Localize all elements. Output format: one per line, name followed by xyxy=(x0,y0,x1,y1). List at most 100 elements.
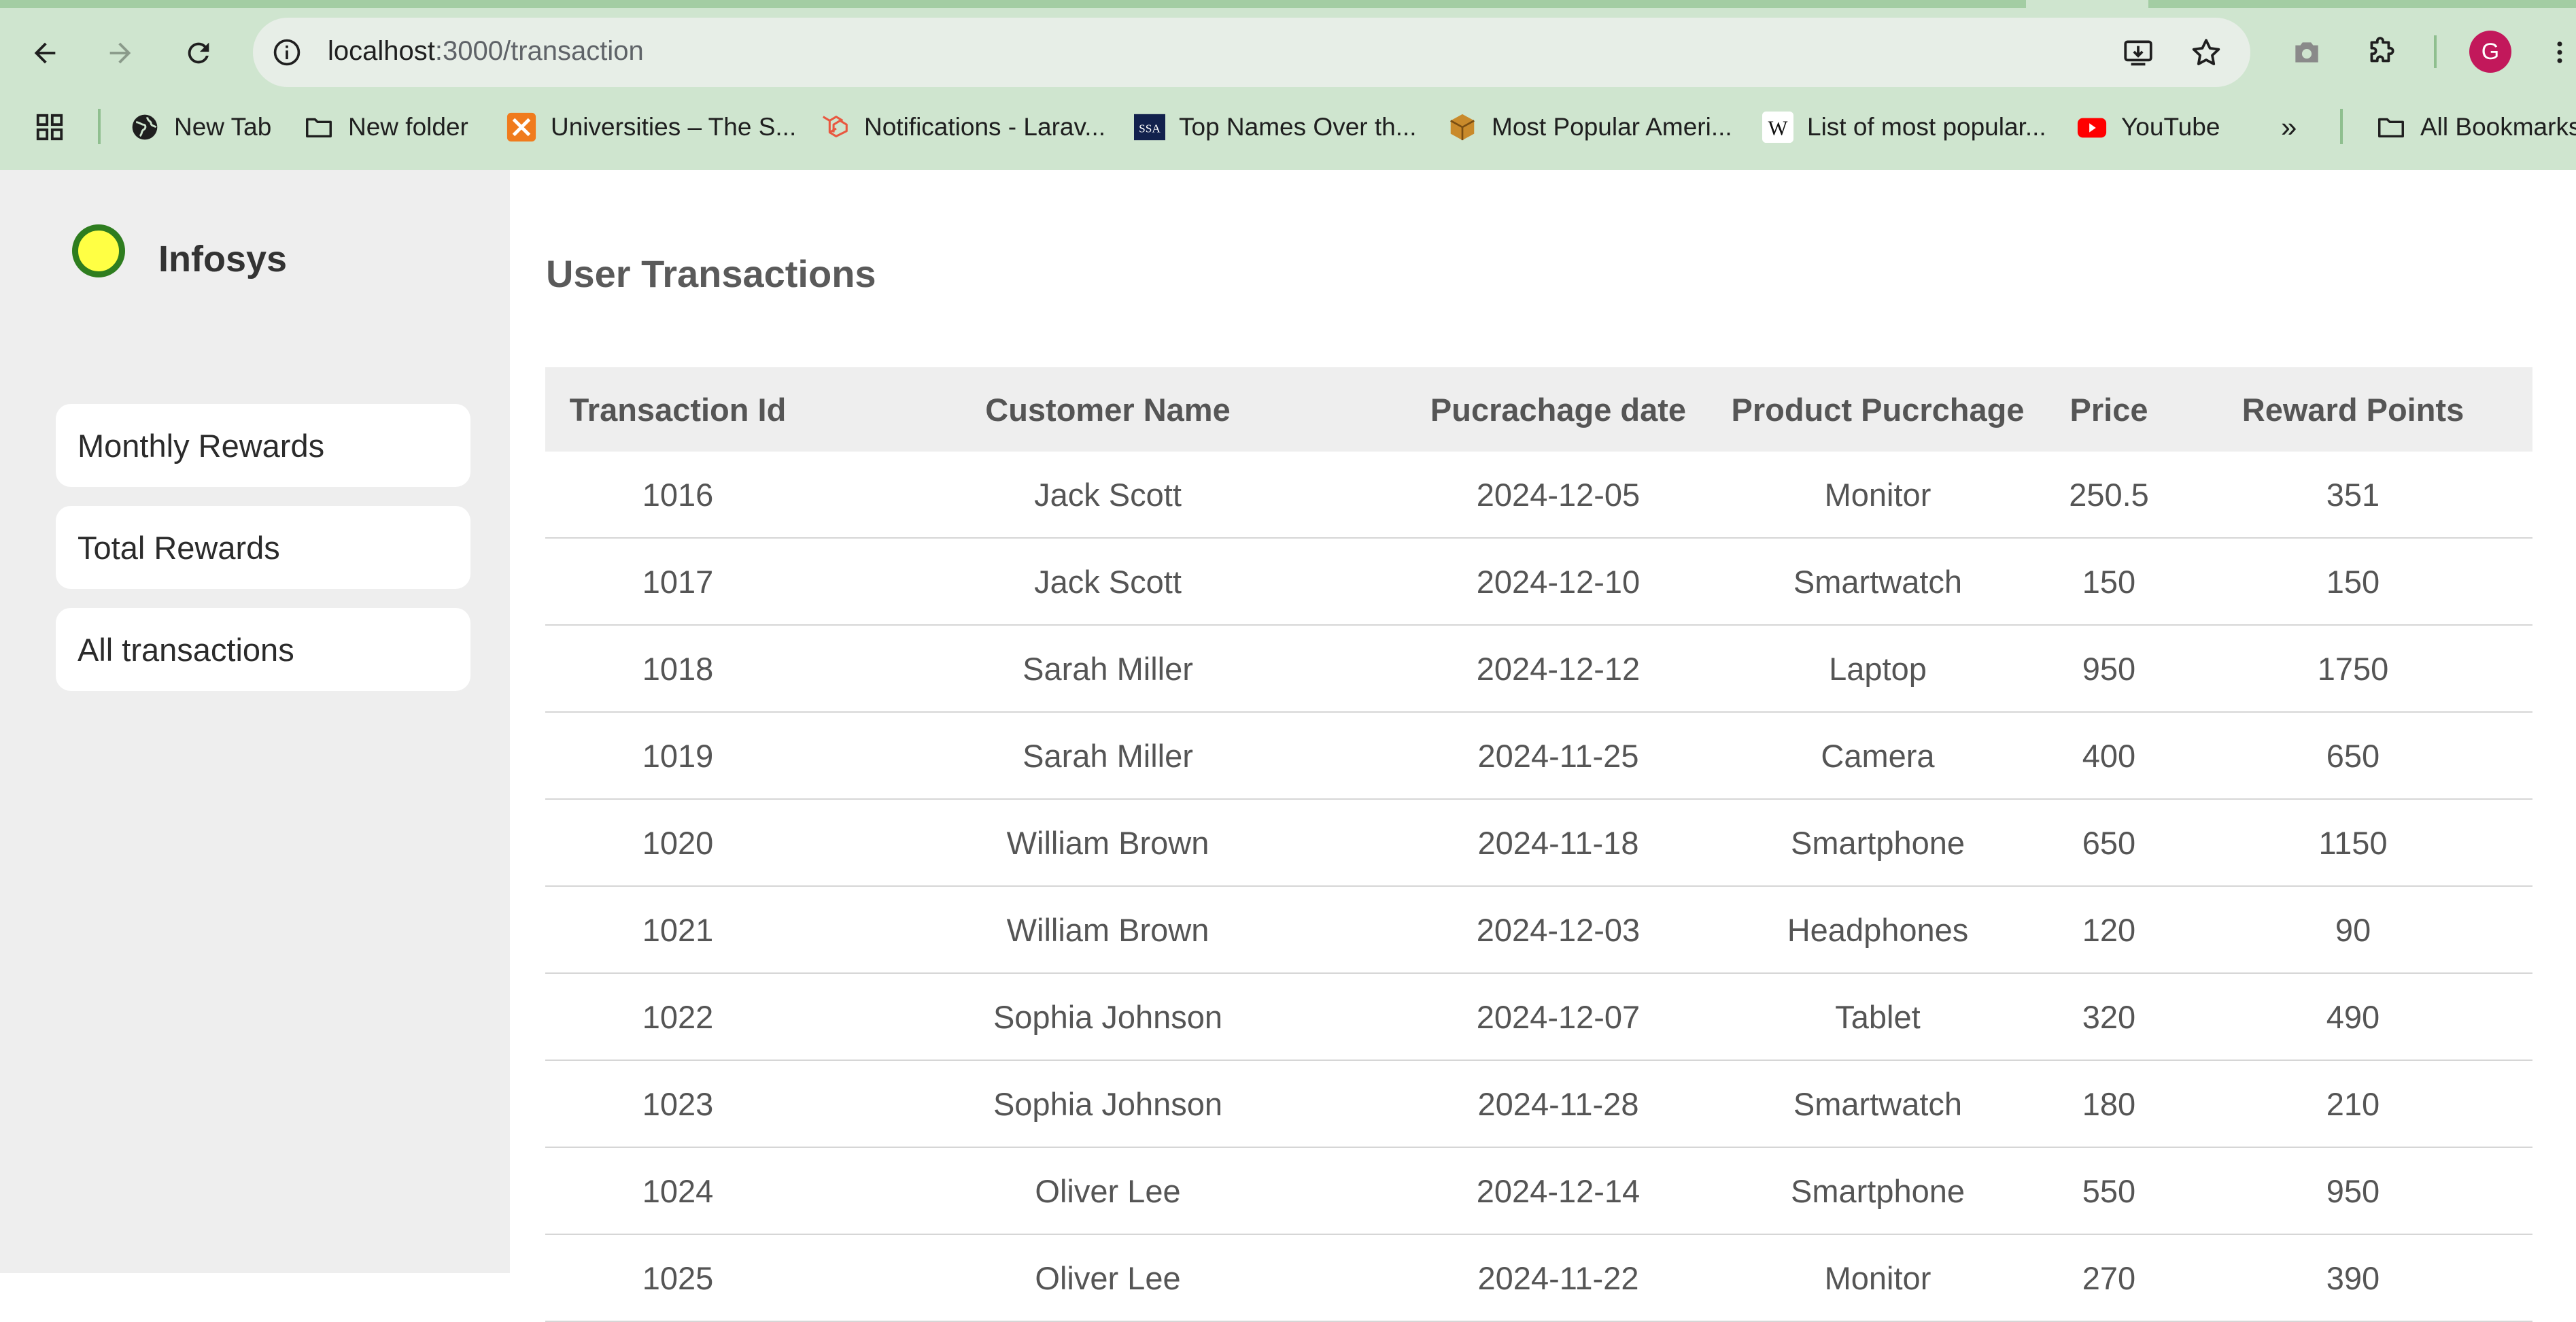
site-info-icon[interactable] xyxy=(267,32,307,73)
customer-name-cell: Oliver Lee xyxy=(810,1234,1405,1322)
reward-points-cell: 650 xyxy=(2174,712,2532,800)
address-bar[interactable]: localhost:3000/transaction xyxy=(253,18,2250,87)
sidebar-item-label: Total Rewards xyxy=(78,529,280,566)
customer-name-cell: Sophia Johnson xyxy=(810,973,1405,1061)
price-cell: 250.5 xyxy=(2044,452,2174,539)
bookmark-star-icon[interactable] xyxy=(2187,34,2225,72)
transaction-id-cell: 1022 xyxy=(545,973,810,1061)
globe-icon xyxy=(129,112,160,143)
bookmark-most-popular[interactable]: Most Popular Ameri... xyxy=(1447,102,1732,152)
more-menu-icon[interactable] xyxy=(2546,30,2573,75)
table-row: 1020 William Brown 2024-11-18 Smartphone 650… xyxy=(545,799,2532,887)
product-cell: Camera xyxy=(1711,712,2044,800)
bookmark-universities[interactable]: Universities – The S... xyxy=(506,102,796,152)
purchase-date-cell: 2024-11-18 xyxy=(1405,799,1711,887)
page-title: User Transactions xyxy=(546,252,876,295)
svg-text:W: W xyxy=(1768,117,1788,140)
bookmarks-overflow-button[interactable]: » xyxy=(2281,102,2297,152)
forward-button[interactable] xyxy=(97,30,143,76)
table-row: 1022 Sophia Johnson 2024-12-07 Tablet 320 490 xyxy=(545,973,2532,1061)
sidebar-item-total-rewards[interactable]: Total Rewards xyxy=(56,506,470,589)
back-button[interactable] xyxy=(22,30,68,76)
xampp-icon xyxy=(506,112,537,143)
table-row: 1018 Sarah Miller 2024-12-12 Laptop 950 1750 xyxy=(545,625,2532,713)
arrow-left-icon xyxy=(34,42,56,64)
bookmark-list-of-most-popular[interactable]: W List of most popular... xyxy=(1762,102,2046,152)
reward-points-cell: 950 xyxy=(2174,1147,2532,1235)
price-cell: 150 xyxy=(2044,538,2174,626)
table-row: 1017 Jack Scott 2024-12-10 Smartwatch 150 150 xyxy=(545,538,2532,626)
column-header-transaction-id: Transaction Id xyxy=(545,367,810,452)
reward-points-cell: 1750 xyxy=(2174,625,2532,713)
svg-text:SSA: SSA xyxy=(1139,122,1161,135)
price-cell: 950 xyxy=(2044,625,2174,713)
bookmark-youtube[interactable]: YouTube xyxy=(2076,102,2220,152)
purchase-date-cell: 2024-11-25 xyxy=(1405,712,1711,800)
bookmark-label: New Tab xyxy=(174,113,272,141)
transaction-id-cell: 1021 xyxy=(545,886,810,974)
transaction-id-cell: 1024 xyxy=(545,1147,810,1235)
camera-icon[interactable] xyxy=(2284,30,2329,75)
purchase-date-cell: 2024-11-28 xyxy=(1405,1060,1711,1148)
transaction-id-cell: 1016 xyxy=(545,452,810,539)
product-cell: Monitor xyxy=(1711,452,2044,539)
bookmark-label: Notifications - Larav... xyxy=(864,113,1106,141)
install-app-icon[interactable] xyxy=(2119,34,2157,72)
bookmarks-divider xyxy=(2340,109,2343,144)
bookmark-label: Universities – The S... xyxy=(551,113,797,141)
browser-toolbar: localhost:3000/transaction G New Tab New… xyxy=(0,0,2576,170)
extensions-puzzle-icon[interactable] xyxy=(2359,30,2404,75)
bookmark-label: New folder xyxy=(348,113,468,141)
bookmark-new-tab[interactable]: New Tab xyxy=(129,102,271,152)
folder-icon xyxy=(2375,112,2407,143)
column-header-price: Price xyxy=(2044,367,2174,452)
logo-icon xyxy=(72,224,125,277)
bookmark-label: List of most popular... xyxy=(1807,113,2046,141)
price-cell: 270 xyxy=(2044,1234,2174,1322)
sidebar-item-all-transactions[interactable]: All transactions xyxy=(56,608,470,691)
customer-name-cell: Sarah Miller xyxy=(810,625,1405,713)
transaction-id-cell: 1023 xyxy=(545,1060,810,1148)
purchase-date-cell: 2024-12-10 xyxy=(1405,538,1711,626)
customer-name-cell: Sarah Miller xyxy=(810,712,1405,800)
reward-points-cell: 210 xyxy=(2174,1060,2532,1148)
all-bookmarks-button[interactable]: All Bookmarks xyxy=(2375,102,2576,152)
reward-points-cell: 351 xyxy=(2174,452,2532,539)
customer-name-cell: Oliver Lee xyxy=(810,1147,1405,1235)
table-header-row: Transaction Id Customer Name Pucrachage … xyxy=(545,367,2532,452)
table-row: 1021 William Brown 2024-12-03 Headphones 120… xyxy=(545,886,2532,974)
product-cell: Smartphone xyxy=(1711,1147,2044,1235)
product-cell: Smartwatch xyxy=(1711,1060,2044,1148)
customer-name-cell: Sophia Johnson xyxy=(810,1060,1405,1148)
apps-grid-icon[interactable] xyxy=(34,102,65,152)
table-row: 1019 Sarah Miller 2024-11-25 Camera 400 650 xyxy=(545,712,2532,800)
purchase-date-cell: 2024-12-12 xyxy=(1405,625,1711,713)
customer-name-cell: William Brown xyxy=(810,799,1405,887)
arrow-right-icon xyxy=(109,42,131,64)
bookmark-top-names[interactable]: SSA Top Names Over th... xyxy=(1134,102,1417,152)
brand-name: Infosys xyxy=(158,239,288,279)
transactions-table: Transaction Id Customer Name Pucrachage … xyxy=(545,367,2532,1322)
price-cell: 120 xyxy=(2044,886,2174,974)
table-row: 1016 Jack Scott 2024-12-05 Monitor 250.5 351 xyxy=(545,452,2532,539)
bookmark-label: YouTube xyxy=(2121,113,2220,141)
product-cell: Headphones xyxy=(1711,886,2044,974)
price-cell: 400 xyxy=(2044,712,2174,800)
bookmark-new-folder[interactable]: New folder xyxy=(303,102,468,152)
customer-name-cell: Jack Scott xyxy=(810,538,1405,626)
url-text[interactable]: localhost:3000/transaction xyxy=(328,36,644,67)
sidebar xyxy=(0,170,510,1273)
purchase-date-cell: 2024-12-07 xyxy=(1405,973,1711,1061)
reward-points-cell: 1150 xyxy=(2174,799,2532,887)
customer-name-cell: Jack Scott xyxy=(810,452,1405,539)
wikipedia-icon: W xyxy=(1762,112,1793,143)
folder-icon xyxy=(303,112,334,143)
reload-button[interactable] xyxy=(175,30,222,76)
bookmark-notifications-laravel[interactable]: Notifications - Larav... xyxy=(819,102,1105,152)
price-cell: 550 xyxy=(2044,1147,2174,1235)
price-cell: 320 xyxy=(2044,973,2174,1061)
bookmark-label: Most Popular Ameri... xyxy=(1492,113,1732,141)
profile-avatar[interactable]: G xyxy=(2469,31,2511,73)
sidebar-item-monthly-rewards[interactable]: Monthly Rewards xyxy=(56,404,470,487)
table-row: 1023 Sophia Johnson 2024-11-28 Smartwatch 18… xyxy=(545,1060,2532,1148)
